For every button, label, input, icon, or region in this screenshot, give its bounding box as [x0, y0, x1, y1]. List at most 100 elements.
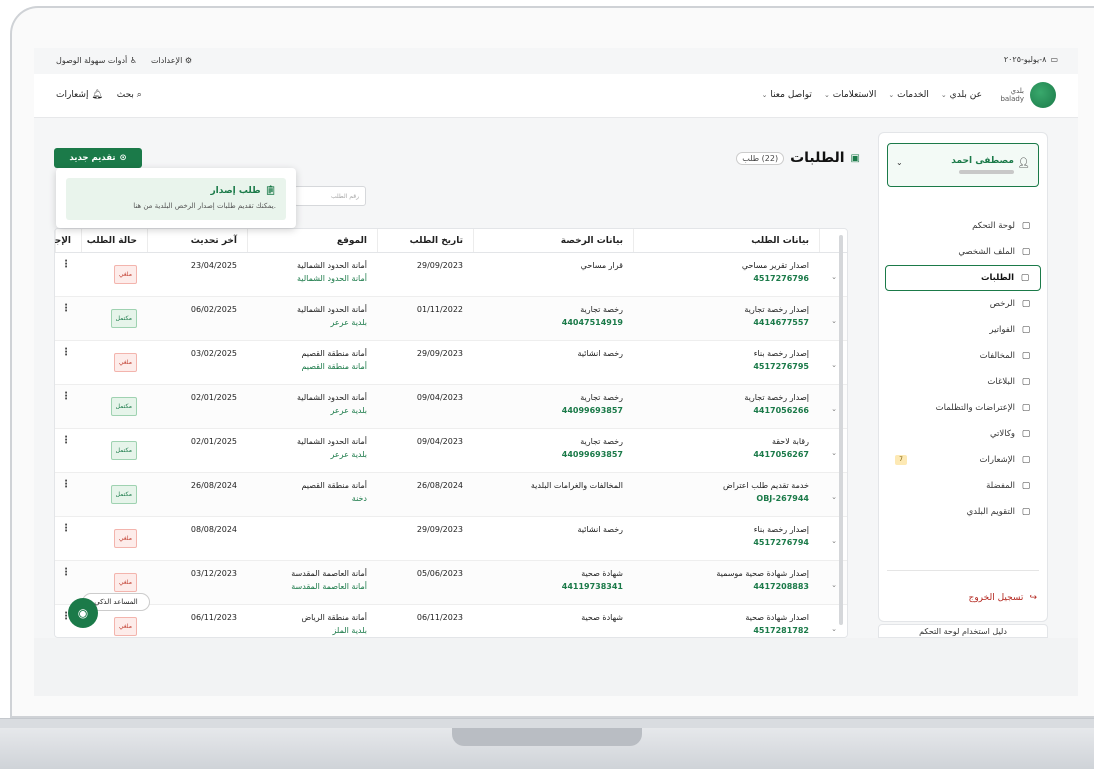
sidebar-item[interactable]: الفواتير ▢ — [885, 317, 1041, 343]
location-secondary: أمانة الحدود الشمالية — [297, 274, 367, 283]
table-row[interactable]: ⌄ إصدار رخصة تجارية 4414677557 رخصة تجارية 4… — [55, 297, 847, 341]
menu-item-contact[interactable]: تواصل معنا ⌄ — [762, 90, 812, 100]
chevron-circle-icon: ⊙ — [119, 153, 127, 163]
sidebar-item[interactable]: الرخص ▢ — [885, 291, 1041, 317]
license-type: رخصة انشائية — [577, 525, 623, 534]
license-cell: قرار مساحي — [473, 253, 633, 296]
row-actions-menu-icon[interactable]: ⋮ — [55, 385, 81, 428]
row-actions-menu-icon[interactable]: ⋮ — [55, 341, 81, 384]
report-icon: ▢ — [1021, 377, 1031, 387]
request-date: 06/11/2023 — [416, 613, 463, 622]
license-icon: ▢ — [1021, 299, 1031, 309]
location-secondary: بلدية عرعر — [330, 406, 367, 415]
expand-chevron-icon[interactable]: ⌄ — [819, 473, 847, 516]
location-secondary: أمانة منطقة القصيم — [301, 362, 367, 371]
accessibility-link[interactable]: ♿ أدوات سهولة الوصول — [56, 56, 137, 65]
row-actions-menu-icon[interactable]: ⋮ — [55, 473, 81, 516]
table-row[interactable]: ⌄ إصدار رخصة بناء 4517276795 رخصة انشائية 29… — [55, 341, 847, 385]
new-request-button[interactable]: تقديم جديد ⊙ — [54, 148, 142, 168]
requests-count-badge: (22) طلب — [736, 151, 785, 165]
location-secondary: بلدية عرعر — [330, 318, 367, 327]
sidebar-item[interactable]: المفضلة ▢ — [885, 473, 1041, 499]
scrollbar[interactable] — [839, 235, 843, 625]
request-number[interactable]: 4517276795 — [633, 360, 809, 373]
search-label: بحث — [116, 90, 134, 100]
request-number[interactable]: OBJ-267944 — [633, 492, 809, 505]
menu-label: عن بلدي — [949, 90, 982, 100]
chevron-down-icon: ⌄ — [761, 91, 768, 99]
sidebar-item[interactable]: الإعتراضات والتظلمات ▢ — [885, 395, 1041, 421]
expand-chevron-icon[interactable]: ⌄ — [819, 341, 847, 384]
license-cell: شهادة صحية 44119738341 — [473, 561, 633, 604]
sidebar-item-label: التقويم البلدي — [966, 507, 1015, 517]
requests-icon: ▢ — [1020, 273, 1030, 283]
license-cell: رخصة تجارية 44099693857 — [473, 385, 633, 428]
issue-request-description: يمكنك تقديم طلبات إصدار الرخص البلدية من… — [133, 202, 276, 210]
license-number[interactable]: 44119738341 — [473, 580, 623, 593]
status-cell: ملغي — [81, 253, 147, 296]
menu-item-about[interactable]: عن بلدي ⌄ — [941, 90, 982, 100]
table-row[interactable]: ⌄ إصدار رخصة تجارية 4417056266 رخصة تجارية 4… — [55, 385, 847, 429]
table-row[interactable]: ⌄ اصدار شهادة صحية 4517281782 شهادة صحية 06/… — [55, 605, 847, 637]
row-actions-menu-icon[interactable]: ⋮ — [55, 517, 81, 560]
sidebar-item[interactable]: البلاغات ▢ — [885, 369, 1041, 395]
sidebar-item-label: الإشعارات — [979, 455, 1016, 465]
sidebar-item[interactable]: الطلبات ▢ — [885, 265, 1041, 291]
row-actions-menu-icon[interactable]: ⋮ — [55, 561, 81, 604]
notifications-link[interactable]: إشعارات 🔔︎ — [56, 90, 103, 100]
sidebar-item[interactable]: المخالفات ▢ — [885, 343, 1041, 369]
row-actions-menu-icon[interactable]: ⋮ — [55, 429, 81, 472]
expand-chevron-icon[interactable]: ⌄ — [819, 253, 847, 296]
search-link[interactable]: بحث ⌕ — [117, 90, 142, 100]
table-row[interactable]: ⌄ إصدار شهادة صحية موسمية 4417208883 شهادة … — [55, 561, 847, 605]
expand-chevron-icon[interactable]: ⌄ — [819, 517, 847, 560]
request-number[interactable]: 4517276796 — [633, 272, 809, 285]
sidebar-item[interactable]: الملف الشخصي ▢ — [885, 239, 1041, 265]
status-badge: مكتمل — [110, 485, 137, 504]
license-number[interactable]: 44047514919 — [473, 316, 623, 329]
row-actions-menu-icon[interactable]: ⋮ — [55, 297, 81, 340]
column-header: الإجراء — [55, 229, 81, 252]
user-name: مصطفى احمد — [951, 156, 1014, 166]
sidebar-item-label: وكالاتي — [989, 429, 1015, 439]
menu-item-inquiries[interactable]: الاستعلامات ⌄ — [824, 90, 876, 100]
table-row[interactable]: ⌄ رقابة لاحقة 4417056267 رخصة تجارية 4409969… — [55, 429, 847, 473]
table-row[interactable]: ⌄ إصدار رخصة بناء 4517276794 رخصة انشائية 29… — [55, 517, 847, 561]
expand-chevron-icon[interactable]: ⌄ — [819, 297, 847, 340]
logout-button[interactable]: تسجيل الخروج ↪ — [969, 593, 1037, 603]
request-number-search-input[interactable]: رقم الطلب — [294, 186, 366, 206]
sidebar-item[interactable]: وكالاتي ▢ — [885, 421, 1041, 447]
sidebar-item[interactable]: الإشعارات ▢ 7 — [885, 447, 1041, 473]
logo[interactable]: بلدي balady — [1000, 82, 1056, 108]
request-number[interactable]: 4414677557 — [633, 316, 809, 329]
expand-chevron-icon[interactable]: ⌄ — [819, 429, 847, 472]
license-number[interactable]: 44099693857 — [473, 448, 623, 461]
request-cell: خدمة تقديم طلب اعتراض OBJ-267944 — [633, 473, 819, 516]
dashboard-guide-button[interactable]: دليل استخدام لوحة التحكم — [878, 624, 1048, 638]
expand-chevron-icon[interactable]: ⌄ — [819, 561, 847, 604]
request-number[interactable]: 4517281782 — [633, 624, 809, 637]
sidebar-item-label: البلاغات — [987, 377, 1015, 387]
issue-request-option[interactable]: طلب إصدار 📋︎ يمكنك تقديم طلبات إصدار الر… — [66, 178, 286, 220]
request-date: 29/09/2023 — [416, 349, 463, 358]
request-number[interactable]: 4517276794 — [633, 536, 809, 549]
sidebar-item-label: لوحة التحكم — [972, 221, 1015, 231]
settings-link[interactable]: ⚙ الإعدادات — [151, 56, 192, 65]
row-actions-menu-icon[interactable]: ⋮ — [55, 253, 81, 296]
sidebar-item[interactable]: التقويم البلدي ▢ — [885, 499, 1041, 525]
location-secondary: أمانة العاصمة المقدسة — [291, 582, 367, 591]
request-number[interactable]: 4417056266 — [633, 404, 809, 417]
license-number[interactable]: 44099693857 — [473, 404, 623, 417]
table-row[interactable]: ⌄ خدمة تقديم طلب اعتراض OBJ-267944 المخالفا… — [55, 473, 847, 517]
sidebar-item[interactable]: لوحة التحكم ▢ — [885, 213, 1041, 239]
column-header: بيانات الرخصة — [473, 229, 633, 252]
menu-item-services[interactable]: الخدمات ⌄ — [888, 90, 929, 100]
last-update-date: 23/04/2025 — [190, 261, 237, 270]
assistant-bot-icon[interactable]: ◉ — [68, 598, 98, 628]
request-number[interactable]: 4417208883 — [633, 580, 809, 593]
expand-chevron-icon[interactable]: ⌄ — [819, 605, 847, 637]
user-card[interactable]: 👤︎ مصطفى احمد ⌄ — [887, 143, 1039, 187]
expand-chevron-icon[interactable]: ⌄ — [819, 385, 847, 428]
table-row[interactable]: ⌄ اصدار تقرير مساحي 4517276796 قرار مساحي 29… — [55, 253, 847, 297]
request-number[interactable]: 4417056267 — [633, 448, 809, 461]
